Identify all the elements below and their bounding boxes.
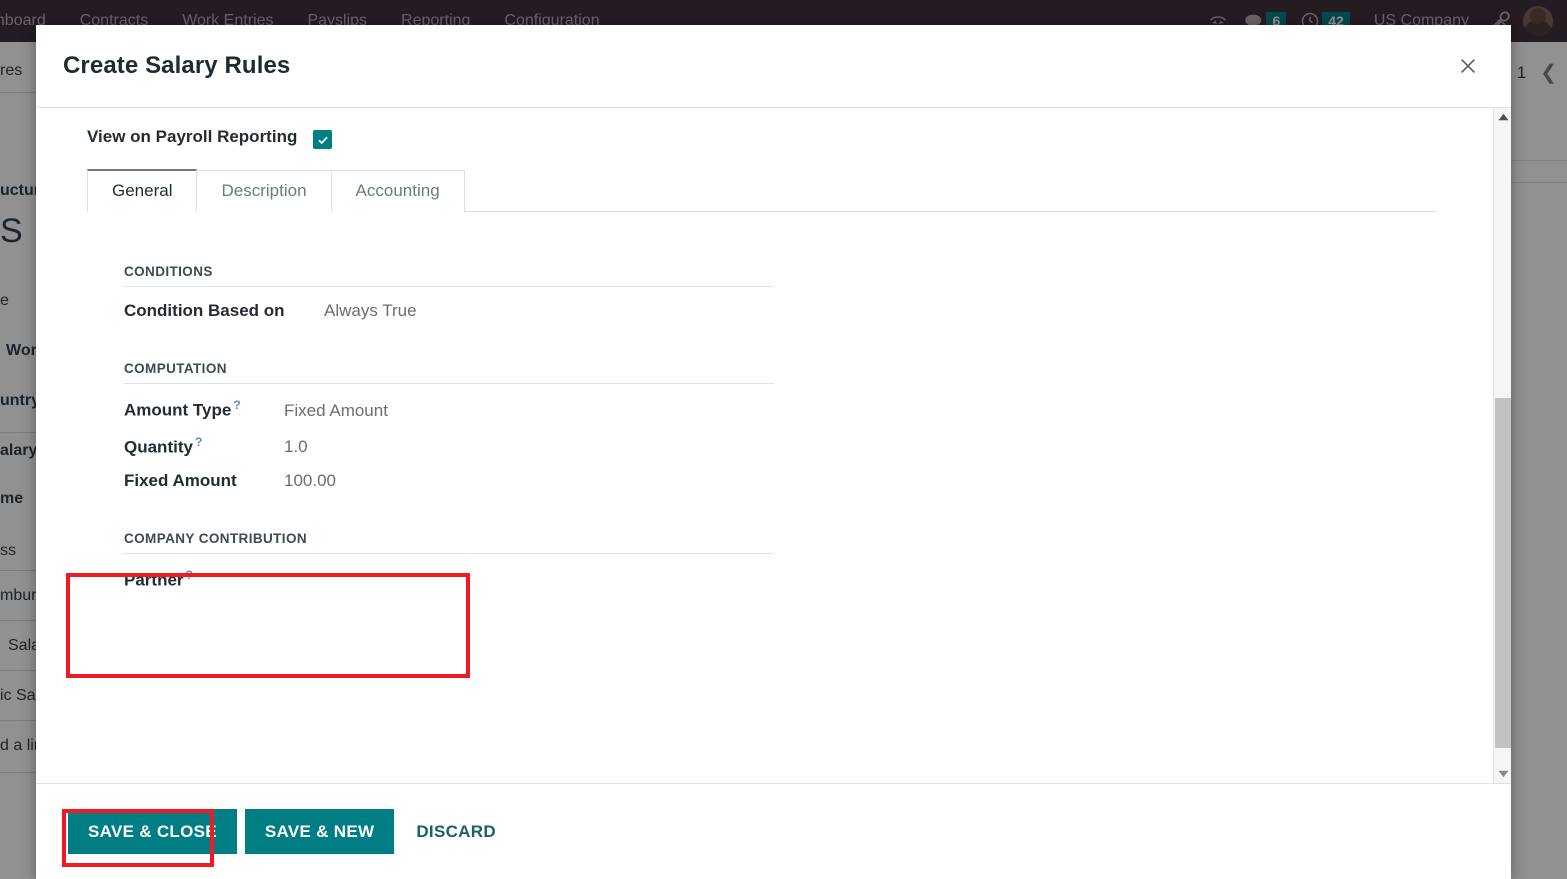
tab-general[interactable]: General xyxy=(87,169,198,212)
page-title: Create Salary Rules xyxy=(63,52,291,79)
view-on-payroll-reporting-checkbox[interactable] xyxy=(313,130,332,149)
help-icon[interactable]: ? xyxy=(195,435,202,449)
partner-label: Partner? xyxy=(124,568,193,591)
dialog-header: Create Salary Rules xyxy=(36,25,1511,108)
field-condition-based-on: Condition Based on Always True xyxy=(124,287,774,321)
save-and-new-button[interactable]: SAVE & NEW xyxy=(244,809,395,854)
form-tabs: General Description Accounting xyxy=(87,169,1437,212)
amount-type-value[interactable]: Fixed Amount xyxy=(284,401,388,421)
tab-description[interactable]: Description xyxy=(196,170,332,212)
condition-based-on-value[interactable]: Always True xyxy=(324,301,417,321)
field-quantity: Quantity? 1.0 xyxy=(124,421,774,458)
scroll-up-arrow-icon[interactable] xyxy=(1494,108,1511,126)
help-icon[interactable]: ? xyxy=(233,398,240,412)
dialog-scrollbar[interactable] xyxy=(1493,108,1511,783)
section-conditions: CONDITIONS Condition Based on Always Tru… xyxy=(124,264,774,321)
amount-type-label: Amount Type? xyxy=(124,398,284,421)
field-fixed-amount: Fixed Amount 100.00 xyxy=(124,457,774,491)
section-computation: COMPUTATION Amount Type? Fixed Amount Qu… xyxy=(124,361,774,491)
quantity-value[interactable]: 1.0 xyxy=(284,437,308,457)
section-company-contribution-title: COMPANY CONTRIBUTION xyxy=(124,531,774,555)
discard-button[interactable]: DISCARD xyxy=(394,809,516,854)
salary-rule-form: View on Payroll Reporting General Descri… xyxy=(36,108,1493,783)
view-on-payroll-reporting-label: View on Payroll Reporting xyxy=(87,127,298,146)
condition-based-on-label: Condition Based on xyxy=(124,301,285,320)
scrollbar-thumb[interactable] xyxy=(1495,398,1511,748)
quantity-label-text: Quantity xyxy=(124,437,193,457)
dialog-body: View on Payroll Reporting General Descri… xyxy=(36,108,1511,783)
create-salary-rules-dialog: Create Salary Rules View on Payroll Repo… xyxy=(36,25,1511,879)
section-computation-title: COMPUTATION xyxy=(124,361,774,384)
scroll-down-arrow-icon[interactable] xyxy=(1494,765,1511,783)
close-icon[interactable] xyxy=(1451,49,1485,83)
dialog-footer: SAVE & CLOSE SAVE & NEW DISCARD xyxy=(36,783,1511,879)
help-icon[interactable]: ? xyxy=(186,568,193,582)
section-conditions-title: CONDITIONS xyxy=(124,264,774,287)
fixed-amount-label: Fixed Amount xyxy=(124,471,237,491)
fixed-amount-value[interactable]: 100.00 xyxy=(284,471,336,491)
partner-label-text: Partner xyxy=(124,570,184,590)
amount-type-label-text: Amount Type xyxy=(124,400,232,420)
save-and-close-button[interactable]: SAVE & CLOSE xyxy=(68,809,237,854)
field-partner: Partner? xyxy=(124,554,774,591)
field-amount-type: Amount Type? Fixed Amount xyxy=(124,384,774,421)
tab-accounting[interactable]: Accounting xyxy=(330,170,465,212)
field-view-on-payroll-reporting: View on Payroll Reporting xyxy=(36,108,1493,149)
section-company-contribution: COMPANY CONTRIBUTION Partner? xyxy=(124,531,774,591)
quantity-label: Quantity? xyxy=(124,435,284,458)
